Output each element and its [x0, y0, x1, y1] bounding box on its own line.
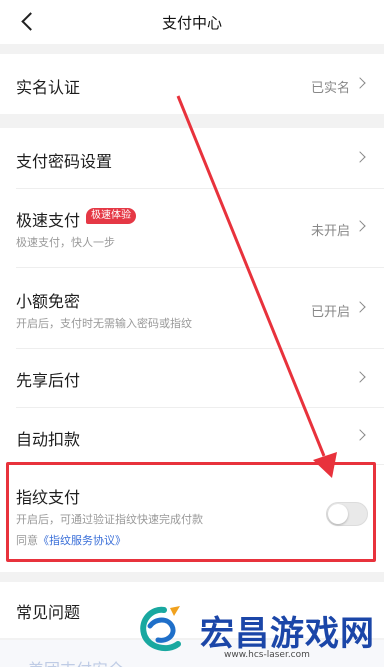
watermark-url: www.hcs-laser.com: [224, 650, 310, 660]
watermark: 宏昌游戏网 www.hcs-laser.com: [130, 600, 380, 664]
red-arrow-annotation: [176, 95, 337, 478]
watermark-text: 宏昌游戏网: [200, 614, 375, 654]
watermark-logo-icon: [140, 606, 181, 652]
